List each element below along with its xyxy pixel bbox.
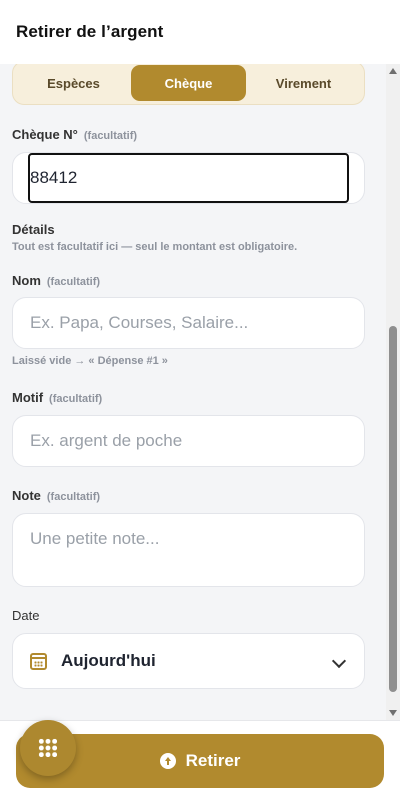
optional-tag: (facultatif) xyxy=(46,491,101,503)
nom-hint: Laissé vide → « Dépense #1 » xyxy=(12,355,168,367)
motif-label-text: Motif xyxy=(12,390,44,405)
menu-fab-button[interactable] xyxy=(20,720,76,776)
cheque-number-input[interactable]: 88412 xyxy=(28,153,349,203)
scrollbar[interactable] xyxy=(386,64,400,720)
motif-label: Motif (facultatif) xyxy=(12,390,102,405)
payment-method-selector: Espèces Chèque Virement xyxy=(12,64,365,105)
date-label: Date xyxy=(12,608,40,623)
motif-input[interactable]: Ex. argent de poche xyxy=(12,415,365,467)
nom-input[interactable]: Ex. Papa, Courses, Salaire... xyxy=(12,297,365,349)
tab-virement[interactable]: Virement xyxy=(246,65,361,101)
scroll-up-arrow[interactable] xyxy=(389,68,397,74)
app-header: Retirer de l’argent xyxy=(0,0,400,64)
nom-label-text: Nom xyxy=(12,273,41,288)
date-value: Aujourd'hui xyxy=(61,651,156,670)
details-hint: Tout est facultatif ici — seul le montan… xyxy=(12,241,298,253)
details-title: Détails xyxy=(12,222,55,237)
grid-dots-icon xyxy=(38,738,58,758)
motif-placeholder: Ex. argent de poche xyxy=(30,431,183,450)
chevron-down-icon xyxy=(331,653,347,669)
scroll-down-arrow[interactable] xyxy=(389,710,397,716)
cheque-number-field[interactable]: 88412 xyxy=(12,152,365,204)
withdraw-button-label: Retirer xyxy=(185,751,241,770)
arrow-up-circle-icon xyxy=(159,753,176,769)
note-textarea[interactable]: Une petite note... xyxy=(12,513,365,587)
form-scroll-area[interactable]: Espèces Chèque Virement Chèque N° (facult… xyxy=(0,64,386,720)
note-label-text: Note xyxy=(12,488,41,503)
nom-placeholder: Ex. Papa, Courses, Salaire... xyxy=(30,313,249,332)
date-select[interactable]: Aujourd'hui xyxy=(12,633,365,689)
optional-tag: (facultatif) xyxy=(83,130,138,142)
page-title: Retirer de l’argent xyxy=(16,22,164,41)
optional-tag: (facultatif) xyxy=(49,393,103,405)
tab-especes[interactable]: Espèces xyxy=(16,65,131,101)
optional-tag: (facultatif) xyxy=(46,276,101,288)
tab-cheque[interactable]: Chèque xyxy=(131,65,246,101)
note-label: Note (facultatif) xyxy=(12,488,100,503)
scrollbar-thumb[interactable] xyxy=(389,326,397,692)
calendar-icon xyxy=(30,652,47,670)
note-placeholder: Une petite note... xyxy=(30,529,160,548)
nom-label: Nom (facultatif) xyxy=(12,273,100,288)
cheque-number-label: Chèque N° (facultatif) xyxy=(12,127,137,142)
cheque-number-label-text: Chèque N° xyxy=(12,127,78,142)
